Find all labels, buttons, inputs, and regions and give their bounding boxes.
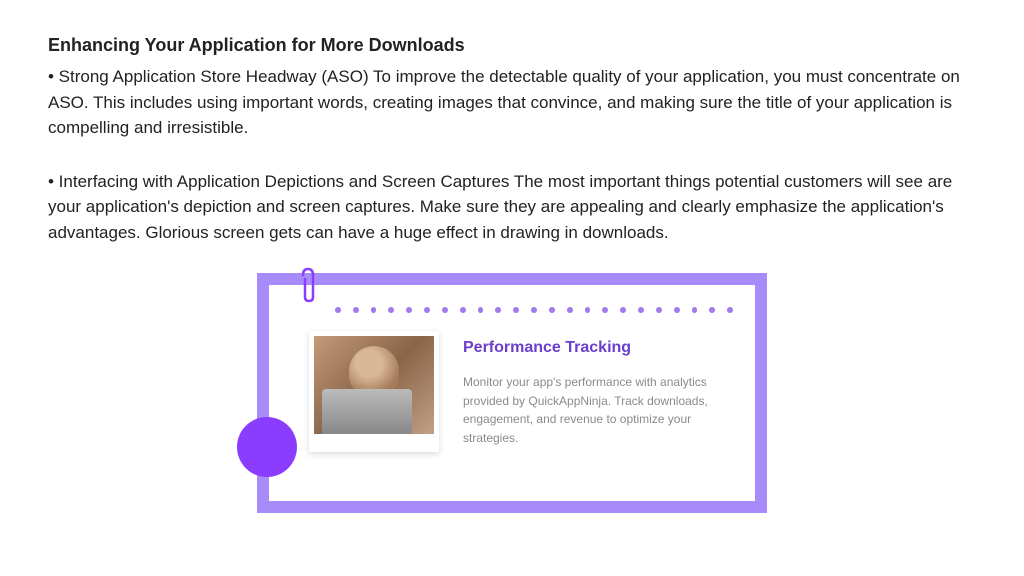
dot bbox=[513, 307, 519, 313]
dot bbox=[478, 307, 484, 313]
paperclip-icon bbox=[297, 267, 319, 307]
dot bbox=[638, 307, 644, 313]
dot bbox=[424, 307, 430, 313]
photo-frame bbox=[309, 331, 439, 452]
laptop-person-photo bbox=[314, 336, 434, 434]
dot bbox=[567, 307, 573, 313]
dot bbox=[692, 307, 698, 313]
dot bbox=[585, 307, 591, 313]
paragraph-1: • Strong Application Store Headway (ASO)… bbox=[48, 64, 976, 141]
card-text-block: Performance Tracking Monitor your app's … bbox=[463, 331, 733, 447]
decorative-circle bbox=[237, 417, 297, 477]
page-heading: Enhancing Your Application for More Down… bbox=[48, 35, 976, 56]
dot bbox=[388, 307, 394, 313]
dot bbox=[495, 307, 501, 313]
dot bbox=[549, 307, 555, 313]
card-container: Performance Tracking Monitor your app's … bbox=[48, 273, 976, 513]
dot bbox=[442, 307, 448, 313]
dot bbox=[727, 307, 733, 313]
dot bbox=[353, 307, 359, 313]
dot bbox=[531, 307, 537, 313]
card-description: Monitor your app's performance with anal… bbox=[463, 373, 723, 447]
dot bbox=[709, 307, 715, 313]
dot bbox=[371, 307, 377, 313]
dot bbox=[620, 307, 626, 313]
dot bbox=[335, 307, 341, 313]
dot bbox=[656, 307, 662, 313]
promo-card: Performance Tracking Monitor your app's … bbox=[257, 273, 767, 513]
paragraph-2: • Interfacing with Application Depiction… bbox=[48, 169, 976, 246]
card-body: Performance Tracking Monitor your app's … bbox=[291, 331, 733, 452]
card-inner: Performance Tracking Monitor your app's … bbox=[269, 285, 755, 501]
card-title: Performance Tracking bbox=[463, 339, 733, 357]
dot bbox=[674, 307, 680, 313]
dot bbox=[406, 307, 412, 313]
dot bbox=[460, 307, 466, 313]
dotted-divider bbox=[291, 305, 733, 313]
dot bbox=[602, 307, 608, 313]
